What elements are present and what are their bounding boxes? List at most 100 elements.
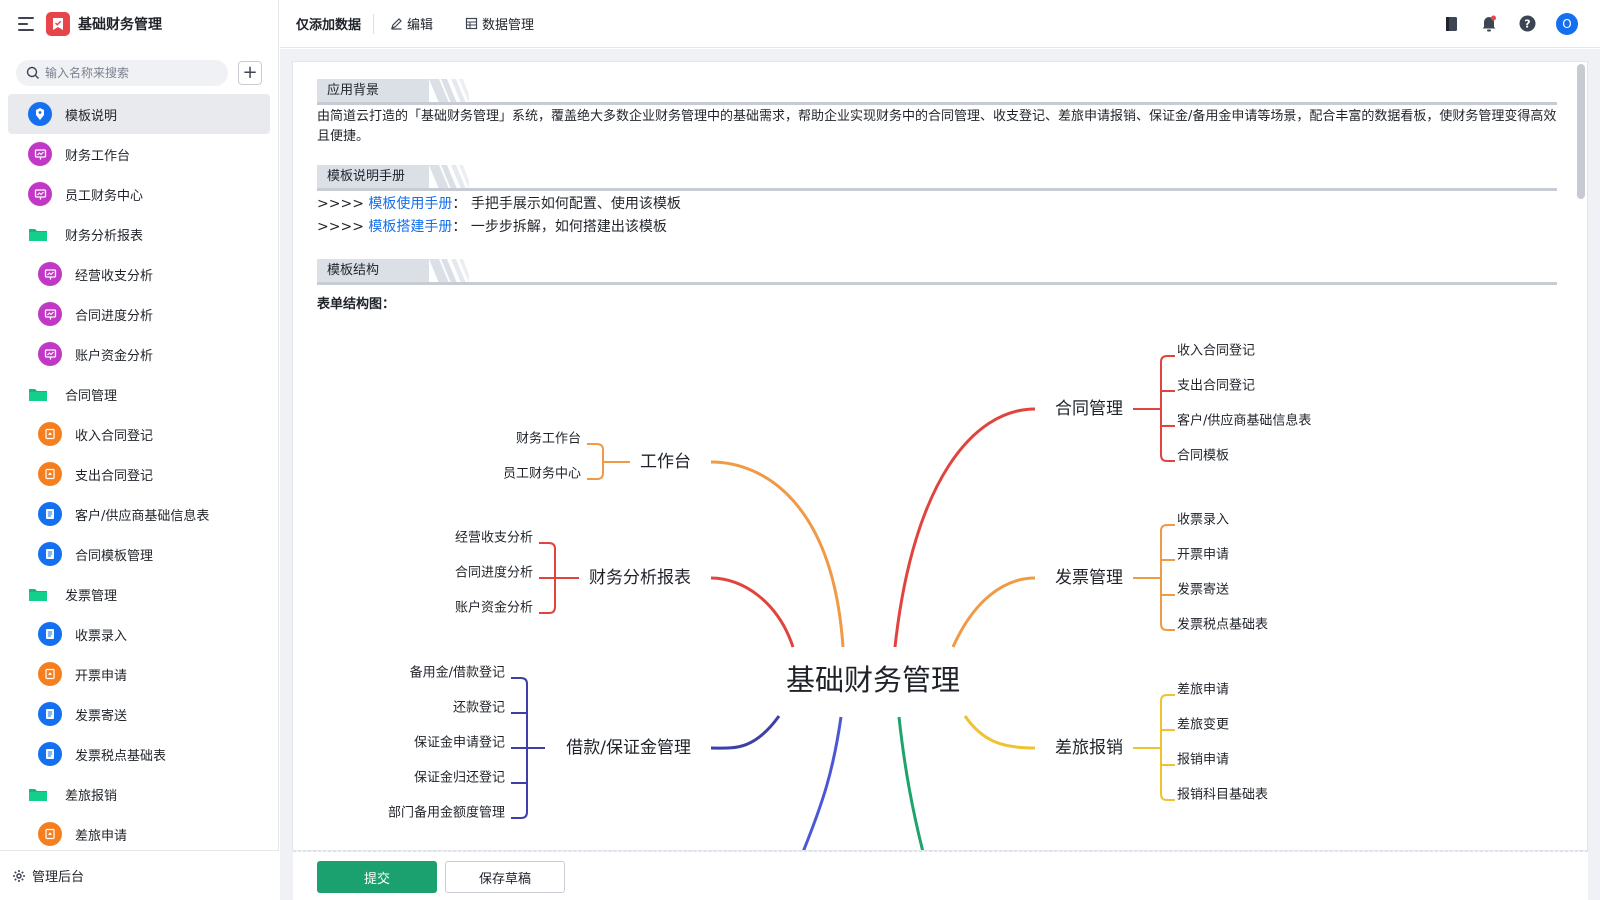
flow-form-icon: [38, 462, 62, 486]
sidebar-item-16[interactable]: 发票税点基础表: [8, 734, 270, 774]
mindmap-leaf-connector: [1160, 694, 1175, 702]
sidebar-item-label: 模板说明: [65, 108, 118, 124]
form-icon: [38, 622, 62, 646]
dashboard-icon: [28, 142, 52, 166]
bell-icon[interactable]: [1480, 15, 1498, 33]
mindmap-leaf-node: 差旅变更: [1177, 717, 1229, 733]
top-bar-actions: ? O: [1422, 12, 1600, 35]
mindmap-leaf-node: 保证金申请登记: [414, 735, 505, 751]
sidebar-item-label: 合同模板管理: [75, 548, 154, 564]
sidebar-item-label: 收入合同登记: [75, 428, 154, 444]
sidebar-item-10[interactable]: 客户/供应商基础信息表: [8, 494, 270, 534]
form-icon: [38, 502, 62, 526]
mindmap-leaf-connector: [1160, 524, 1175, 532]
sidebar-item-0[interactable]: 模板说明: [8, 94, 270, 134]
sidebar-item-15[interactable]: 发票寄送: [8, 694, 270, 734]
sidebar-item-label: 客户/供应商基础信息表: [75, 508, 210, 524]
mindmap-leaf-node: 备用金/借款登记: [410, 665, 505, 681]
menu-toggle-icon[interactable]: [18, 17, 34, 31]
folder-icon: [28, 582, 48, 606]
edit-label: 编辑: [407, 18, 434, 33]
flow-form-icon: [38, 822, 62, 846]
mindmap-leaf-connector: [511, 811, 528, 819]
sidebar-item-3[interactable]: 财务分析报表: [8, 214, 270, 254]
mindmap-leaf-connector: [1160, 793, 1175, 801]
mindmap-branch-line: [710, 460, 845, 648]
help-icon[interactable]: ?: [1518, 15, 1536, 33]
mindmap-leaf-node: 经营收支分析: [455, 531, 533, 546]
mindmap-branch-line: [710, 715, 781, 750]
dashboard-icon: [38, 342, 62, 366]
sidebar-item-label: 账户资金分析: [75, 348, 154, 364]
admin-backend-label: 管理后台: [32, 870, 85, 885]
sidebar-item-8[interactable]: 收入合同登记: [8, 414, 270, 454]
sidebar-nav: 模板说明 财务工作台 员工财务中心 财务分析报表 经营收支分析 合同进度分析 账户资金分析合…: [0, 94, 278, 854]
sidebar-item-label: 支出合同登记: [75, 468, 154, 484]
sidebar-item-label: 合同进度分析: [75, 308, 154, 324]
mindmap-leaf-node: 开票申请: [1177, 548, 1229, 563]
save-draft-button[interactable]: 保存草稿: [445, 861, 565, 893]
search-icon: [26, 66, 39, 79]
mindmap-leaf-node: 报销申请: [1177, 753, 1229, 768]
mindmap-leaf-connector: [1160, 355, 1175, 363]
sidebar-item-label: 发票管理: [65, 588, 118, 604]
form-structure-mindmap: 基础财务管理 工作台 财务工作台员工财务中心财务分析报表 经营收支分析合同进度分析账户…: [388, 344, 1311, 850]
sidebar-item-4[interactable]: 经营收支分析: [8, 254, 270, 294]
doc-icon: [28, 102, 52, 126]
sidebar-item-label: 差旅申请: [75, 828, 128, 844]
sidebar-item-label: 差旅报销: [65, 788, 118, 804]
folder-icon: [28, 782, 48, 806]
sidebar-item-18[interactable]: 差旅申请: [8, 814, 270, 854]
add-item-button[interactable]: +: [238, 61, 262, 85]
mindmap-branch-line: [963, 715, 1036, 750]
sidebar-item-14[interactable]: 开票申请: [8, 654, 270, 694]
user-avatar[interactable]: O: [1556, 12, 1578, 35]
search-input[interactable]: [45, 66, 205, 80]
sidebar-item-13[interactable]: 收票录入: [8, 614, 270, 654]
search-box[interactable]: [16, 60, 228, 86]
dashboard-icon: [38, 262, 62, 286]
sidebar-item-2[interactable]: 员工财务中心: [8, 174, 270, 214]
svg-text:?: ?: [1524, 18, 1530, 31]
app-title: 基础财务管理: [78, 17, 162, 33]
sidebar-item-17[interactable]: 差旅报销: [8, 774, 270, 814]
sidebar-item-label: 财务工作台: [65, 148, 131, 164]
form-icon: [38, 742, 62, 766]
notebook-icon[interactable]: [1442, 15, 1460, 33]
mindmap-branch-line-clipped: [897, 716, 925, 850]
folder-icon: [28, 222, 48, 246]
submit-button[interactable]: 提交: [317, 861, 437, 893]
mindmap-leaf-node: 还款登记: [453, 701, 505, 716]
sidebar-item-6[interactable]: 账户资金分析: [8, 334, 270, 374]
mindmap-branch-node: 工作台: [640, 452, 691, 472]
table-icon: [465, 17, 478, 30]
mindmap-branch-node: 借款/保证金管理: [566, 738, 691, 758]
mindmap-leaf-connector: [539, 542, 556, 550]
mindmap-leaf-connector: [587, 443, 604, 451]
mindmap-branch-node: 合同管理: [1055, 399, 1123, 419]
top-bar: 仅添加数据 编辑 数据管理 ? O: [280, 0, 1600, 48]
mindmap-leaf-connector: [1160, 454, 1175, 462]
data-manage-button[interactable]: 数据管理: [449, 0, 550, 48]
mindmap-leaf-connector: [539, 606, 556, 614]
sidebar-item-9[interactable]: 支出合同登记: [8, 454, 270, 494]
add-data-tab[interactable]: 仅添加数据: [280, 0, 373, 48]
mindmap-leaf-node: 合同模板: [1177, 449, 1229, 464]
sidebar-item-11[interactable]: 合同模板管理: [8, 534, 270, 574]
mindmap-leaf-connector: [511, 677, 528, 685]
mindmap-leaf-node: 财务工作台: [516, 431, 581, 447]
admin-backend-button[interactable]: 管理后台: [0, 850, 279, 900]
sidebar-item-7[interactable]: 合同管理: [8, 374, 270, 414]
edit-button[interactable]: 编辑: [374, 0, 449, 48]
sidebar-item-label: 经营收支分析: [75, 268, 154, 284]
dashboard-icon: [28, 182, 52, 206]
mindmap-leaf-node: 合同进度分析: [455, 565, 533, 581]
folder-icon: [28, 382, 48, 406]
sidebar-item-5[interactable]: 合同进度分析: [8, 294, 270, 334]
mindmap-branch-line: [893, 407, 1036, 648]
sidebar-item-12[interactable]: 发票管理: [8, 574, 270, 614]
mindmap-branch-node: 财务分析报表: [589, 568, 691, 588]
mindmap-leaf-node: 保证金归还登记: [414, 770, 505, 786]
sidebar-item-1[interactable]: 财务工作台: [8, 134, 270, 174]
form-action-bar: 提交 保存草稿: [293, 851, 1588, 900]
